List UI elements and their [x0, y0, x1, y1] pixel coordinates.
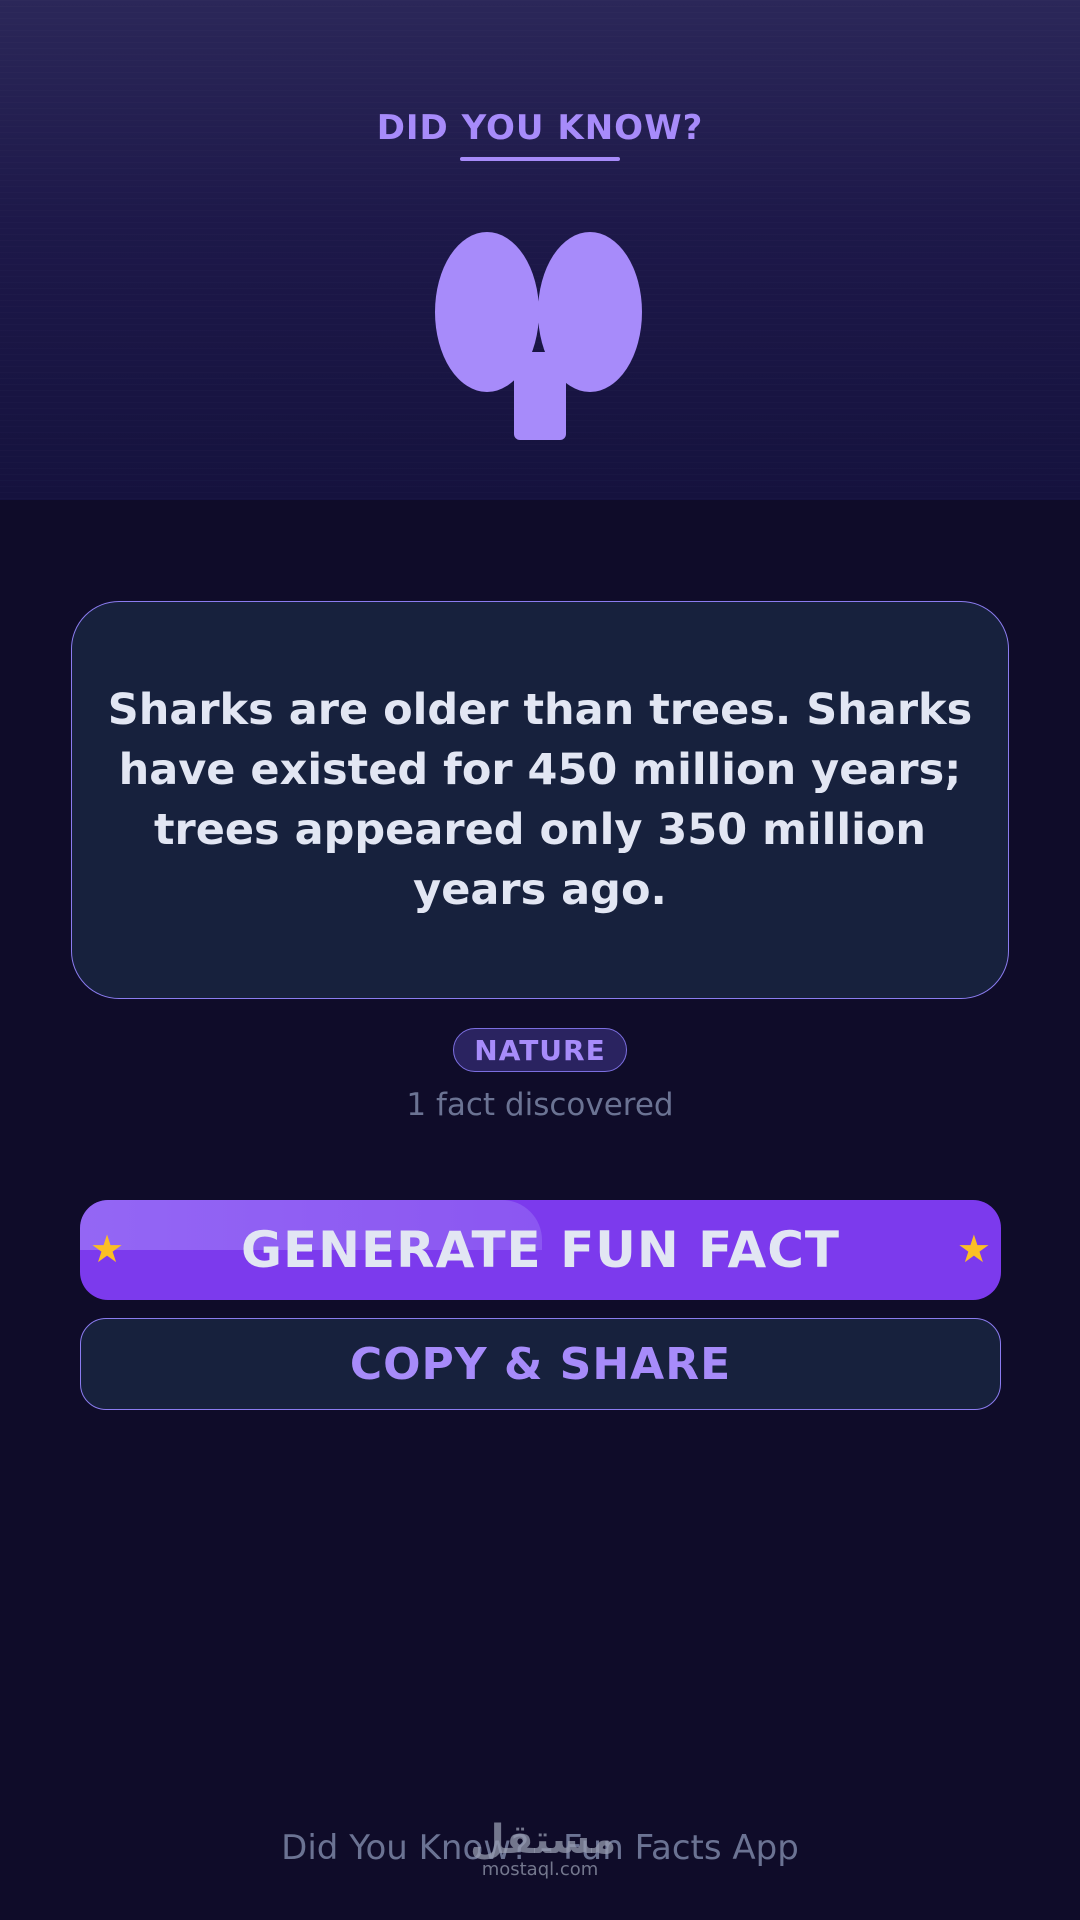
copy-share-button[interactable]: COPY & SHARE [80, 1318, 1001, 1410]
watermark-logo: مستقل [470, 1817, 617, 1863]
facts-counter: 1 fact discovered [406, 1087, 674, 1123]
page-title: DID YOU KNOW? [376, 108, 704, 148]
app-screen: DID YOU KNOW? Sharks are older than tree… [0, 0, 1080, 1920]
category-badge: NATURE [453, 1028, 627, 1072]
generate-fun-fact-button[interactable]: ★ GENERATE FUN FACT ★ [80, 1200, 1001, 1300]
watermark-url: mostaql.com [481, 1859, 599, 1880]
brain-icon [435, 232, 642, 440]
star-icon: ★ [956, 1229, 991, 1271]
title-underline [460, 157, 620, 161]
fact-text: Sharks are older than trees. Sharks have… [107, 685, 973, 915]
hero-header: DID YOU KNOW? [0, 0, 1080, 500]
fact-card: Sharks are older than trees. Sharks have… [71, 601, 1009, 999]
generate-button-label: GENERATE FUN FACT [240, 1221, 841, 1279]
mostaql-watermark: مستقل mostaql.com [470, 1817, 617, 1882]
